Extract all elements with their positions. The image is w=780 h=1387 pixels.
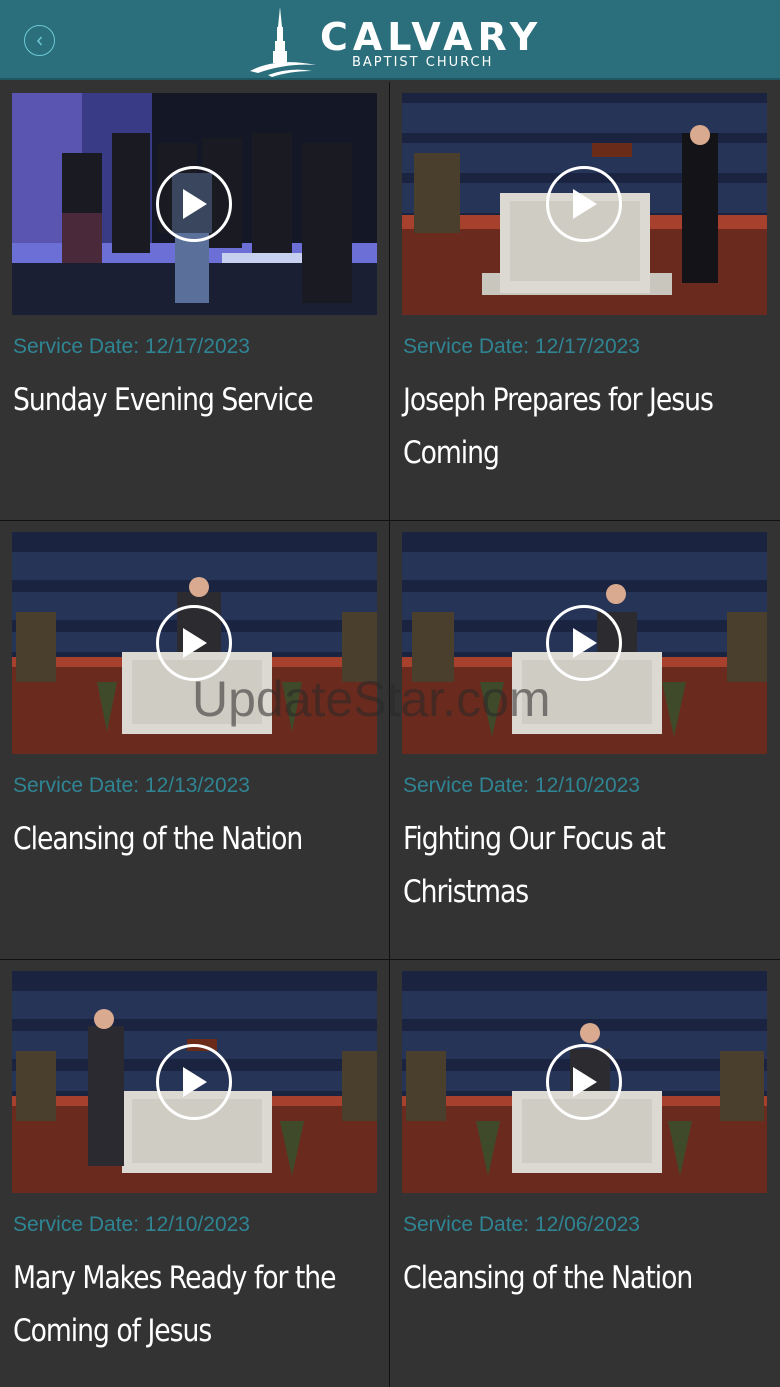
video-card[interactable]: Service Date: 12/17/2023 Joseph Prepares… bbox=[390, 82, 780, 521]
video-thumbnail[interactable] bbox=[402, 971, 767, 1193]
video-card[interactable]: Service Date: 12/10/2023 Fighting Our Fo… bbox=[390, 521, 780, 960]
logo-wordmark: CALVARY bbox=[320, 15, 543, 59]
video-thumbnail[interactable] bbox=[12, 532, 377, 754]
video-card[interactable]: Service Date: 12/06/2023 Cleansing of th… bbox=[390, 960, 780, 1387]
service-date: Service Date: 12/06/2023 bbox=[403, 1213, 640, 1236]
play-icon bbox=[573, 1067, 597, 1097]
play-icon bbox=[573, 628, 597, 658]
video-thumbnail[interactable] bbox=[402, 532, 767, 754]
video-thumbnail[interactable] bbox=[12, 93, 377, 315]
video-card[interactable]: Service Date: 12/10/2023 Mary Makes Read… bbox=[0, 960, 390, 1387]
play-icon bbox=[183, 189, 207, 219]
app-header: CALVARY BAPTIST CHURCH bbox=[0, 0, 780, 80]
play-button[interactable] bbox=[546, 605, 622, 681]
play-icon bbox=[573, 189, 597, 219]
play-button[interactable] bbox=[546, 166, 622, 242]
video-title[interactable]: Mary Makes Ready for the Coming of Jesus bbox=[13, 1252, 374, 1358]
play-button[interactable] bbox=[156, 605, 232, 681]
video-card[interactable]: Service Date: 12/17/2023 Sunday Evening … bbox=[0, 82, 390, 521]
service-date: Service Date: 12/10/2023 bbox=[13, 1213, 250, 1236]
church-logo: CALVARY BAPTIST CHURCH bbox=[246, 5, 537, 77]
video-title[interactable]: Sunday Evening Service bbox=[13, 374, 374, 427]
service-date: Service Date: 12/17/2023 bbox=[403, 335, 640, 358]
play-button[interactable] bbox=[156, 1044, 232, 1120]
video-title[interactable]: Cleansing of the Nation bbox=[403, 1252, 764, 1305]
play-button[interactable] bbox=[156, 166, 232, 242]
back-button[interactable] bbox=[24, 25, 55, 56]
steeple-icon bbox=[250, 7, 316, 77]
video-title[interactable]: Cleansing of the Nation bbox=[13, 813, 374, 866]
video-thumbnail[interactable] bbox=[402, 93, 767, 315]
video-grid: Service Date: 12/17/2023 Sunday Evening … bbox=[0, 82, 780, 1387]
service-date: Service Date: 12/13/2023 bbox=[13, 774, 250, 797]
play-icon bbox=[183, 628, 207, 658]
service-date: Service Date: 12/10/2023 bbox=[403, 774, 640, 797]
chevron-left-icon bbox=[36, 36, 42, 45]
play-icon bbox=[183, 1067, 207, 1097]
logo-subtitle: BAPTIST CHURCH bbox=[352, 55, 494, 70]
service-date: Service Date: 12/17/2023 bbox=[13, 335, 250, 358]
video-title[interactable]: Joseph Prepares for Jesus Coming bbox=[403, 374, 764, 480]
video-thumbnail[interactable] bbox=[12, 971, 377, 1193]
video-title[interactable]: Fighting Our Focus at Christmas bbox=[403, 813, 764, 919]
play-button[interactable] bbox=[546, 1044, 622, 1120]
video-card[interactable]: Service Date: 12/13/2023 Cleansing of th… bbox=[0, 521, 390, 960]
